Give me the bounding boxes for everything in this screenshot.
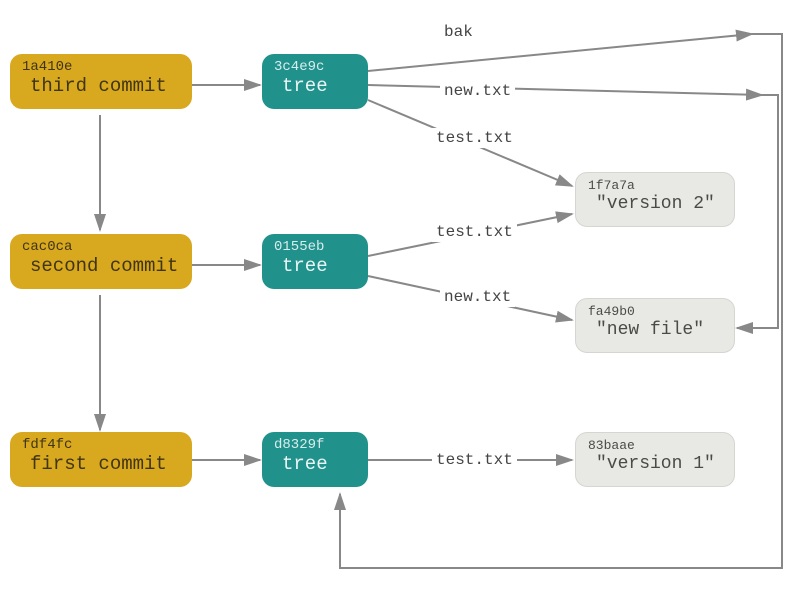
commit-hash: 1a410e [22,60,180,75]
blob-version1: 83baae "version 1" [575,432,735,487]
blob-hash: fa49b0 [588,305,722,319]
edge-label-testtxt: test.txt [432,450,517,470]
commit-hash: fdf4fc [22,438,180,453]
blob-newfile: fa49b0 "new file" [575,298,735,353]
commit-third: 1a410e third commit [10,54,192,109]
blob-hash: 1f7a7a [588,179,722,193]
commit-label: first commit [22,453,180,477]
commit-label: third commit [22,75,180,99]
tree-label: tree [274,255,356,279]
tree-3c4e9c: 3c4e9c tree [262,54,368,109]
tree-label: tree [274,453,356,477]
tree-label: tree [274,75,356,99]
edge-label-newtxt: new.txt [440,287,515,307]
commit-label: second commit [22,255,180,279]
commit-first: fdf4fc first commit [10,432,192,487]
commit-second: cac0ca second commit [10,234,192,289]
blob-version2: 1f7a7a "version 2" [575,172,735,227]
edge-label-testtxt: test.txt [432,128,517,148]
edge-label-newtxt: new.txt [440,81,515,101]
tree-d8329f: d8329f tree [262,432,368,487]
tree-hash: 3c4e9c [274,60,356,75]
git-object-graph: { "commits": [ { "hash": "1a410e", "labe… [0,0,800,595]
tree-hash: d8329f [274,438,356,453]
blob-label: "version 2" [588,193,722,216]
tree-0155eb: 0155eb tree [262,234,368,289]
tree-hash: 0155eb [274,240,356,255]
blob-label: "new file" [588,319,722,342]
edge-label-bak: bak [440,22,477,42]
blob-hash: 83baae [588,439,722,453]
commit-hash: cac0ca [22,240,180,255]
blob-label: "version 1" [588,453,722,476]
edge-label-testtxt: test.txt [432,222,517,242]
